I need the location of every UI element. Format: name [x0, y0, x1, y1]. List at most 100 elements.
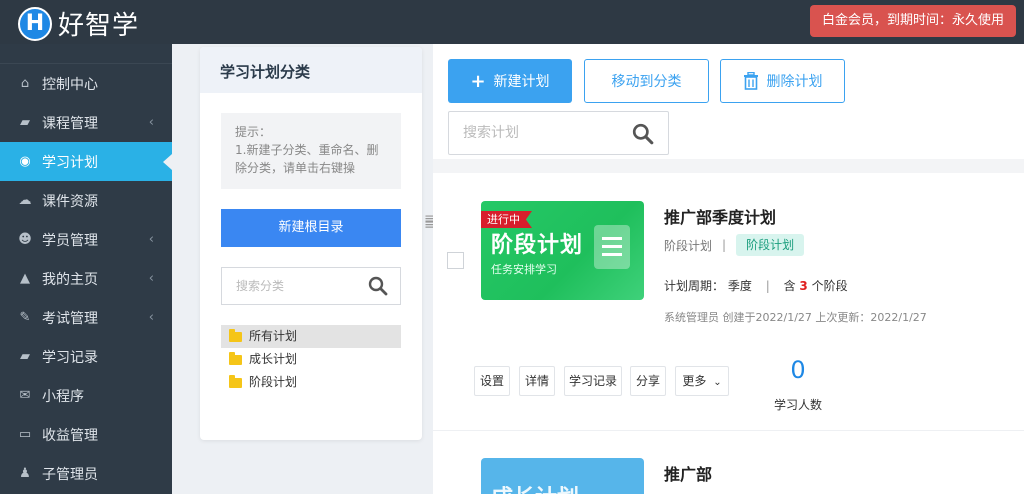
plan-thumbnail[interactable]: 成长计划	[481, 458, 644, 494]
folder-icon	[229, 329, 242, 342]
membership-badge[interactable]: 白金会员，到期时间：永久使用	[809, 5, 1016, 37]
more-dropdown-button[interactable]: 更多 ⌄	[675, 366, 729, 396]
logo[interactable]: H 好智学	[18, 5, 139, 42]
new-plan-button[interactable]: + 新建计划	[448, 59, 572, 103]
tree-item-label: 阶段计划	[249, 375, 298, 389]
new-root-directory-button[interactable]: 新建根目录	[221, 209, 401, 247]
move-to-category-button[interactable]: 移动到分类	[584, 59, 709, 103]
app-name: 好智学	[58, 11, 140, 41]
tip-title: 提示：	[235, 125, 272, 139]
logo-badge: H	[18, 6, 52, 41]
tree-item[interactable]: 阶段计划	[221, 371, 401, 394]
move-to-category-label: 移动到分类	[611, 74, 682, 90]
sidebar-item-label: 学习计划	[42, 154, 98, 171]
sidebar-item-label: 控制中心	[42, 76, 98, 93]
sidebar-item-label: 收益管理	[42, 427, 98, 444]
period-value: 季度	[727, 279, 752, 293]
search-icon[interactable]	[368, 276, 388, 296]
sidebar-item[interactable]: ☻ 学员管理 ‹	[0, 220, 172, 259]
card-divider	[433, 430, 1024, 431]
trash-icon	[743, 72, 758, 90]
plan-category: 阶段计划	[664, 238, 713, 253]
plan-meta: 阶段计划 | 阶段计划	[664, 234, 805, 256]
category-panel: 学习计划分类 提示： 1.新建子分类、重命名、删除分类，请单击右键操 新建根目录…	[200, 47, 422, 440]
learner-count-label: 学习人数	[773, 398, 822, 412]
tree-item[interactable]: 所有计划	[221, 325, 401, 348]
graduation-icon: ▲	[20, 271, 30, 286]
chevron-left-icon: ‹	[148, 271, 154, 286]
tree-item[interactable]: 成长计划	[221, 348, 401, 371]
chevron-left-icon: ‹	[148, 115, 154, 130]
plan-select-checkbox[interactable]	[447, 252, 464, 269]
sidebar-item[interactable]: ▰ 课程管理 ‹	[0, 103, 172, 142]
card-icon: ▭	[18, 427, 32, 442]
sidebar-item-label: 小程序	[42, 388, 84, 405]
plan-title[interactable]: 推广部	[664, 461, 712, 485]
toolbar-divider	[433, 159, 1024, 173]
tree-item-label: 成长计划	[249, 352, 298, 366]
sidebar-item[interactable]: ☁ 课件资源	[0, 181, 172, 220]
delete-plan-label: 删除计划	[766, 74, 823, 90]
meta-divider: |	[722, 238, 727, 252]
plus-icon: +	[470, 70, 486, 92]
admin-icon: ♟	[19, 466, 31, 481]
delete-plan-button[interactable]: 删除计划	[720, 59, 845, 103]
tip-box: 提示： 1.新建子分类、重命名、删除分类，请单击右键操	[221, 113, 401, 189]
category-search-input[interactable]	[222, 268, 362, 304]
eye-icon: ◉	[19, 154, 31, 169]
sidebar-item[interactable]: ◉ 学习计划	[0, 142, 172, 181]
sidebar-item[interactable]: ♟ 子管理员	[0, 454, 172, 493]
period-label: 计划周期：	[664, 279, 725, 293]
sidebar-item[interactable]: ▭ 收益管理	[0, 415, 172, 454]
new-plan-label: 新建计划	[493, 74, 550, 90]
category-panel-title: 学习计划分类	[200, 47, 422, 93]
sidebar-item-label: 课程管理	[42, 115, 98, 132]
settings-button[interactable]: 设置	[474, 366, 510, 396]
sidebar-nav: ⌂ 控制中心 ▰ 课程管理 ‹ ◉ 学习计划 ☁ 课件资源 ☻ 学员管理 ‹ ▲ 我的主页 ‹ ✎ 考试管理 ‹ ▰…	[0, 64, 172, 493]
share-button[interactable]: 分享	[630, 366, 666, 396]
sidebar-item-label: 考试管理	[42, 310, 98, 327]
sidebar-item-label: 学习记录	[42, 349, 98, 366]
stages-suffix: 个阶段	[811, 279, 848, 293]
category-search	[221, 267, 401, 305]
thumbnail-subtitle: 任务安排学习	[491, 263, 557, 276]
plan-tag: 阶段计划	[736, 234, 805, 256]
plan-list-panel: + 新建计划 移动到分类 删除计划 进行中 阶段计划 任务安排学习 推广部季度计…	[433, 44, 1024, 494]
sidebar-item-label: 子管理员	[42, 466, 98, 483]
sidebar-divider	[0, 44, 172, 64]
book-icon: ▰	[20, 115, 30, 130]
chevron-down-icon: ⌄	[713, 377, 722, 388]
exam-icon: ✎	[19, 310, 31, 325]
period-divider: |	[765, 279, 770, 293]
record-icon: ▰	[20, 349, 30, 364]
sidebar-item[interactable]: ✎ 考试管理 ‹	[0, 298, 172, 337]
sidebar-item[interactable]: ▲ 我的主页 ‹	[0, 259, 172, 298]
top-bar: H 好智学 白金会员，到期时间：永久使用	[0, 0, 1024, 44]
sidebar-item-label: 学员管理	[42, 232, 98, 249]
folder-icon	[229, 352, 242, 365]
tree-item-label: 所有计划	[249, 329, 298, 343]
stages-prefix: 含	[783, 279, 796, 293]
sidebar-item-label: 我的主页	[42, 271, 98, 288]
wechat-icon: ✉	[19, 388, 31, 403]
category-tree: 所有计划成长计划阶段计划	[221, 325, 401, 394]
search-icon[interactable]	[632, 123, 654, 145]
learning-record-button[interactable]: 学习记录	[564, 366, 622, 396]
users-icon: ☻	[18, 232, 32, 247]
home-icon: ⌂	[20, 76, 30, 91]
plan-info: 系统管理员 创建于2022/1/27 上次更新：2022/1/27	[664, 311, 927, 324]
sidebar: ⌂ 控制中心 ▰ 课程管理 ‹ ◉ 学习计划 ☁ 课件资源 ☻ 学员管理 ‹ ▲ 我的主页 ‹ ✎ 考试管理 ‹ ▰…	[0, 44, 172, 494]
chevron-left-icon: ‹	[148, 310, 154, 325]
plan-thumbnail[interactable]: 进行中 阶段计划 任务安排学习	[481, 201, 644, 300]
status-badge: 进行中	[481, 211, 532, 228]
sidebar-item-label: 课件资源	[42, 193, 98, 210]
thumbnail-title: 阶段计划	[491, 233, 584, 258]
details-button[interactable]: 详情	[519, 366, 555, 396]
sidebar-item[interactable]: ✉ 小程序	[0, 376, 172, 415]
plan-search-input[interactable]	[449, 112, 619, 154]
learner-count[interactable]: 0	[768, 356, 828, 384]
plan-search	[448, 111, 669, 155]
plan-title[interactable]: 推广部季度计划	[664, 204, 776, 228]
sidebar-item[interactable]: ⌂ 控制中心	[0, 64, 172, 103]
sidebar-item[interactable]: ▰ 学习记录	[0, 337, 172, 376]
